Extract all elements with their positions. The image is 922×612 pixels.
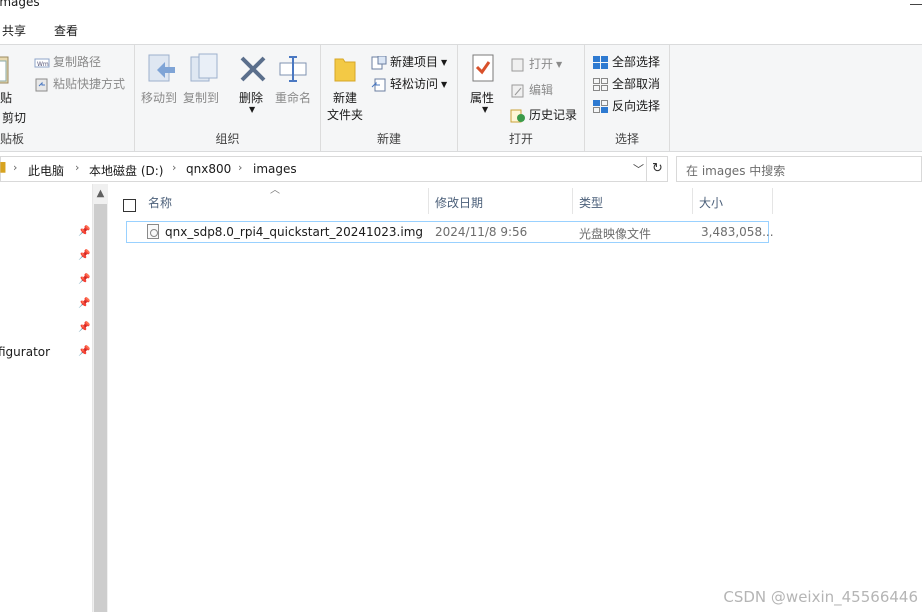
pin-icon[interactable]: 📌 [78, 274, 90, 285]
move-to-icon [148, 54, 175, 82]
column-type[interactable]: 类型 [573, 188, 693, 214]
group-new: 新建 文件夹 新建项目 ▼ 轻松访问 ▼ 新建 [321, 45, 458, 151]
search-input[interactable]: 在 images 中搜索 [676, 156, 922, 182]
open-dropdown-icon[interactable]: ▼ [556, 60, 562, 69]
nav-scrollbar[interactable]: ▲ [92, 184, 108, 612]
breadcrumb-qnx800[interactable]: qnx800 [186, 162, 231, 176]
scroll-thumb[interactable] [94, 204, 107, 612]
select-none-button[interactable]: 全部取消 [593, 75, 660, 92]
file-type: 光盘映像文件 [579, 227, 652, 241]
group-clipboard: 贴 剪切 Wm 复制路径 粘贴快捷方式 贴板 [0, 45, 135, 151]
edit-icon [511, 84, 524, 97]
paste-shortcut-icon [35, 78, 48, 91]
easy-access-dropdown-icon[interactable]: ▼ [441, 80, 447, 89]
copy-path-icon: Wm [34, 58, 50, 68]
folder-icon: ▮ [0, 159, 7, 175]
breadcrumb-this-pc[interactable]: 此电脑 [28, 162, 64, 179]
breadcrumb-chevron-icon[interactable]: › [13, 161, 17, 174]
group-label-select: 选择 [614, 132, 639, 146]
group-label-new: 新建 [376, 132, 401, 146]
paste-button[interactable]: 贴 [0, 89, 12, 106]
breadcrumb-images[interactable]: images [253, 162, 297, 176]
properties-button[interactable]: 属性 [470, 89, 494, 106]
invert-selection-button[interactable]: 反向选择 [593, 97, 660, 114]
group-open: 属性 ▼ 打开 ▼ 编辑 历史记录 打开 [458, 45, 585, 151]
copy-path-button[interactable]: Wm 复制路径 [34, 53, 101, 70]
cut-button[interactable]: 剪切 [2, 109, 26, 126]
easy-access-button[interactable]: 轻松访问 ▼ [371, 75, 447, 92]
new-folder-label-line2: 文件夹 [327, 108, 364, 122]
file-list: ︿ 名称 修改日期 类型 大小 qnx_sdp8.0_rpi4_quicksta… [108, 184, 922, 612]
file-name: qnx_sdp8.0_rpi4_quickstart_20241023.img [165, 225, 423, 239]
window-close-icon[interactable] [910, 4, 922, 5]
copy-to-icon [190, 53, 218, 82]
disc-image-file-icon [147, 224, 159, 239]
refresh-icon[interactable]: ↻ [646, 157, 668, 181]
window-title: images [0, 0, 40, 9]
column-modified[interactable]: 修改日期 [429, 188, 573, 214]
title-bar: images [0, 0, 922, 14]
select-all-icon [593, 55, 608, 69]
rename-icon [279, 56, 307, 82]
group-select: 全部选择 全部取消 反向选择 选择 [585, 45, 670, 151]
tab-view[interactable]: 查看 [54, 22, 78, 39]
table-row[interactable]: qnx_sdp8.0_rpi4_quickstart_20241023.img … [126, 221, 774, 243]
new-folder-button[interactable]: 新建 [333, 89, 357, 106]
copy-to-button[interactable]: 复制到 [183, 89, 219, 106]
invert-selection-icon [593, 99, 608, 113]
group-organize: 移动到 复制到 删除 ▼ 重命名 组织 [135, 45, 321, 151]
properties-icon [472, 54, 494, 82]
address-bar[interactable]: ▮ › 此电脑 › 本地磁盘 (D:) › qnx800 › images ﹀ … [0, 156, 668, 182]
pin-icon[interactable]: 📌 [78, 250, 90, 261]
move-to-button[interactable]: 移动到 [141, 89, 177, 106]
select-none-icon [593, 77, 608, 91]
breadcrumb-chevron-icon[interactable]: › [75, 161, 79, 174]
delete-dropdown-icon[interactable]: ▼ [249, 105, 255, 114]
delete-icon [240, 56, 266, 82]
file-size: 3,483,058... [701, 225, 774, 239]
rename-button[interactable]: 重命名 [275, 89, 311, 106]
new-item-button[interactable]: 新建项目 ▼ [371, 53, 447, 70]
file-modified: 2024/11/8 9:56 [435, 225, 528, 239]
ribbon: 贴 剪切 Wm复制路径 粘贴快捷方式 贴板 移动到 复制到 删除 ▼ 重命名 [0, 44, 922, 152]
breadcrumb-chevron-icon[interactable]: › [172, 161, 176, 174]
column-name[interactable]: 名称 [142, 188, 429, 214]
breadcrumb-drive-d[interactable]: 本地磁盘 (D:) [89, 162, 163, 179]
paste-icon [0, 56, 9, 84]
scroll-up-icon[interactable]: ▲ [93, 188, 108, 199]
select-all-checkbox[interactable] [123, 199, 136, 212]
open-icon [511, 58, 524, 71]
column-size[interactable]: 大小 [693, 188, 773, 214]
svg-text:Wm: Wm [37, 61, 49, 68]
pin-icon[interactable]: 📌 [78, 298, 90, 309]
properties-dropdown-icon[interactable]: ▼ [482, 105, 488, 114]
open-button[interactable]: 打开 ▼ [510, 55, 562, 72]
search-placeholder: 在 images 中搜索 [686, 164, 786, 178]
edit-button[interactable]: 编辑 [510, 81, 553, 98]
new-folder-icon [334, 58, 356, 82]
nav-item-configurator[interactable]: figurator [0, 345, 50, 359]
group-label-clipboard: 贴板 [0, 132, 25, 146]
pin-icon[interactable]: 📌 [78, 346, 90, 357]
new-item-icon [371, 55, 387, 69]
paste-shortcut-button[interactable]: 粘贴快捷方式 [34, 75, 125, 92]
group-label-open: 打开 [508, 132, 533, 146]
history-icon [510, 109, 525, 122]
pin-icon[interactable]: 📌 [78, 226, 90, 237]
new-item-dropdown-icon[interactable]: ▼ [441, 58, 447, 67]
easy-access-icon [371, 78, 386, 91]
history-button[interactable]: 历史记录 [510, 106, 577, 123]
ribbon-tabs: 共享 查看 [0, 16, 922, 44]
delete-button[interactable]: 删除 [239, 89, 263, 106]
column-header: 名称 修改日期 类型 大小 [108, 188, 778, 214]
watermark: CSDN @weixin_45566446 [723, 588, 918, 606]
address-dropdown-icon[interactable]: ﹀ [633, 161, 644, 177]
pin-icon[interactable]: 📌 [78, 322, 90, 333]
tab-share[interactable]: 共享 [2, 22, 26, 39]
select-all-button[interactable]: 全部选择 [593, 53, 660, 70]
breadcrumb-chevron-icon[interactable]: › [238, 161, 242, 174]
group-label-organize: 组织 [215, 132, 240, 146]
